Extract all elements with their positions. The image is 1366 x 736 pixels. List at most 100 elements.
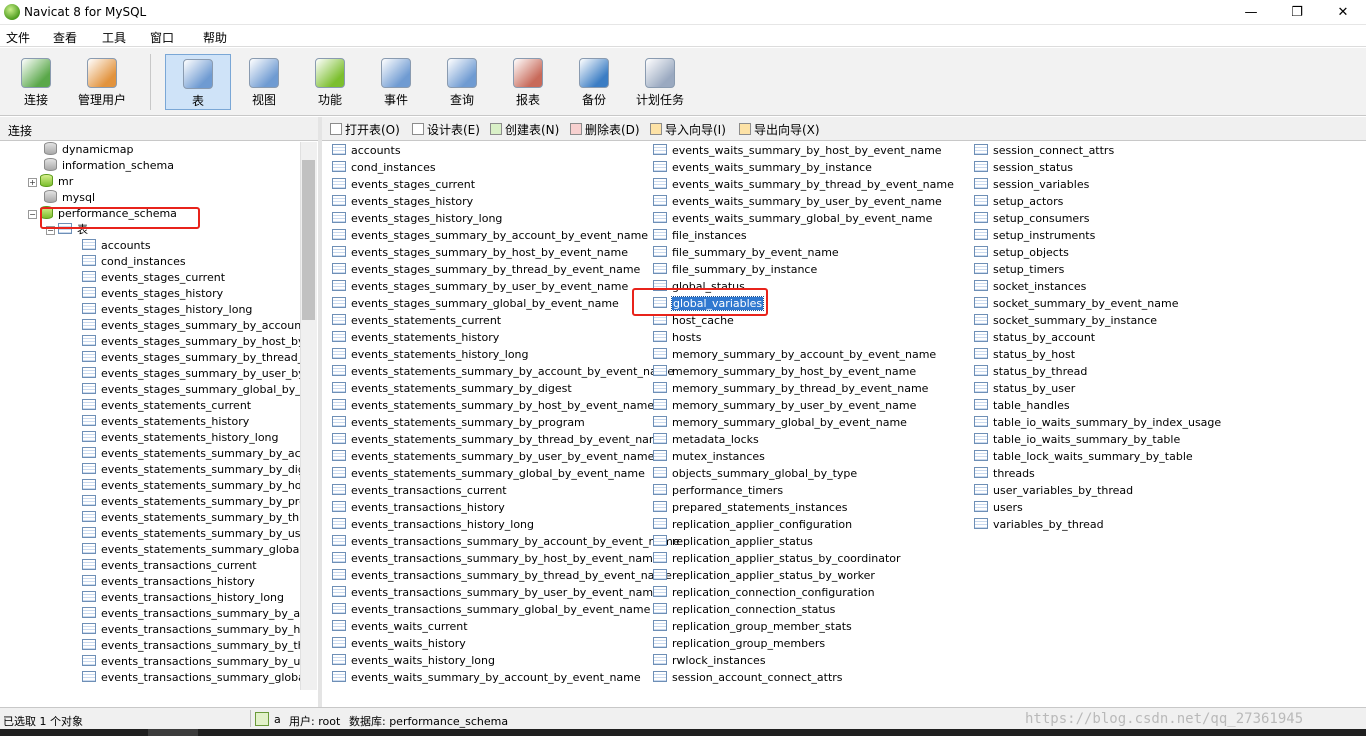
tree-table-item[interactable]: events_statements_summary_by_progra — [82, 494, 300, 510]
table-list-view[interactable]: accounts cond_instances events_stages_curr… — [322, 142, 1366, 706]
tree-table-item[interactable]: events_statements_summary_by_thread — [82, 510, 300, 526]
toolbar-event-button[interactable]: 事件 — [363, 54, 429, 110]
tree-table-item[interactable]: events_stages_summary_by_host_by_ev — [82, 334, 300, 350]
table-item[interactable]: events_stages_summary_by_user_by_event_n… — [327, 278, 680, 295]
table-item[interactable]: events_waits_summary_by_thread_by_event_… — [648, 176, 954, 193]
menu-file[interactable]: 文件 — [6, 29, 30, 46]
tree-table-item[interactable]: events_stages_summary_by_user_by_ev — [82, 366, 300, 382]
table-item[interactable]: events_statements_summary_by_account_by_… — [327, 363, 680, 380]
table-item[interactable]: events_statements_current — [327, 312, 680, 329]
table-item[interactable]: status_by_thread — [969, 363, 1221, 380]
import-wizard-button[interactable]: 导入向导(I) — [650, 121, 726, 138]
tree-table-item[interactable]: events_transactions_summary_by_user_ — [82, 654, 300, 670]
table-item[interactable]: events_waits_summary_global_by_event_nam… — [648, 210, 954, 227]
table-item[interactable]: setup_actors — [969, 193, 1221, 210]
tree-table-item[interactable]: events_transactions_history_long — [82, 590, 284, 606]
table-item[interactable]: events_transactions_current — [327, 482, 680, 499]
toolbar-view-button[interactable]: 视图 — [231, 54, 297, 110]
tree-db-information-schema[interactable]: information_schema — [44, 158, 174, 174]
design-table-button[interactable]: 设计表(E) — [412, 121, 480, 138]
table-item[interactable]: setup_consumers — [969, 210, 1221, 227]
tree-db-dynamicmap[interactable]: dynamicmap — [44, 142, 133, 158]
table-item[interactable]: events_stages_history_long — [327, 210, 680, 227]
table-item[interactable]: table_io_waits_summary_by_table — [969, 431, 1221, 448]
table-item[interactable]: socket_instances — [969, 278, 1221, 295]
tree-table-item[interactable]: cond_instances — [82, 254, 186, 270]
create-table-button[interactable]: 创建表(N) — [490, 121, 559, 138]
tree-table-item[interactable]: events_stages_history_long — [82, 302, 252, 318]
table-item[interactable]: events_stages_history — [327, 193, 680, 210]
table-item[interactable]: mutex_instances — [648, 448, 954, 465]
table-item[interactable]: metadata_locks — [648, 431, 954, 448]
table-item[interactable]: memory_summary_by_host_by_event_name — [648, 363, 954, 380]
tree-table-item[interactable]: events_transactions_summary_by_threa — [82, 638, 300, 654]
table-item[interactable]: setup_objects — [969, 244, 1221, 261]
table-item[interactable]: status_by_user — [969, 380, 1221, 397]
table-item[interactable]: events_waits_summary_by_account_by_event… — [327, 669, 680, 686]
table-item[interactable]: events_waits_history — [327, 635, 680, 652]
tree-table-item[interactable]: events_statements_summary_by_accour — [82, 446, 300, 462]
table-item[interactable]: cond_instances — [327, 159, 680, 176]
table-item[interactable]: memory_summary_by_account_by_event_name — [648, 346, 954, 363]
table-item[interactable]: events_waits_summary_by_user_by_event_na… — [648, 193, 954, 210]
table-item[interactable]: events_stages_summary_global_by_event_na… — [327, 295, 680, 312]
tree-db-mysql[interactable]: mysql — [44, 190, 95, 206]
tree-table-item[interactable]: events_stages_summary_by_account_by — [82, 318, 300, 334]
menu-window[interactable]: 窗口 — [150, 29, 174, 46]
table-item[interactable]: objects_summary_global_by_type — [648, 465, 954, 482]
collapse-icon[interactable]: − — [28, 210, 37, 219]
table-item[interactable]: status_by_host — [969, 346, 1221, 363]
table-item[interactable]: socket_summary_by_event_name — [969, 295, 1221, 312]
table-item[interactable]: replication_applier_configuration — [648, 516, 954, 533]
table-item[interactable]: socket_summary_by_instance — [969, 312, 1221, 329]
table-item[interactable]: events_transactions_history_long — [327, 516, 680, 533]
toolbar-table-button[interactable]: 表 — [165, 54, 231, 110]
table-item[interactable]: events_transactions_summary_by_host_by_e… — [327, 550, 680, 567]
table-item[interactable]: file_summary_by_event_name — [648, 244, 954, 261]
minimize-button[interactable]: — — [1228, 0, 1274, 25]
table-item[interactable]: replication_group_member_stats — [648, 618, 954, 635]
toolbar-query-button[interactable]: 查询 — [429, 54, 495, 110]
open-table-button[interactable]: 打开表(O) — [330, 121, 400, 138]
table-item[interactable]: events_stages_summary_by_thread_by_event… — [327, 261, 680, 278]
table-item[interactable]: memory_summary_global_by_event_name — [648, 414, 954, 431]
table-item[interactable]: performance_timers — [648, 482, 954, 499]
table-item[interactable]: session_connect_attrs — [969, 142, 1221, 159]
table-item[interactable]: rwlock_instances — [648, 652, 954, 669]
table-item[interactable]: user_variables_by_thread — [969, 482, 1221, 499]
table-item[interactable]: replication_applier_status — [648, 533, 954, 550]
table-item[interactable]: events_waits_summary_by_instance — [648, 159, 954, 176]
table-item[interactable]: events_statements_summary_by_program — [327, 414, 680, 431]
table-item[interactable]: table_handles — [969, 397, 1221, 414]
table-item[interactable]: session_account_connect_attrs — [648, 669, 954, 686]
table-item[interactable]: replication_group_members — [648, 635, 954, 652]
table-item[interactable]: replication_connection_configuration — [648, 584, 954, 601]
tree-table-item[interactable]: events_statements_summary_by_digest — [82, 462, 300, 478]
toolbar-manage-users-button[interactable]: 管理用户 — [69, 54, 135, 110]
tree-table-item[interactable]: events_stages_history — [82, 286, 223, 302]
table-item[interactable]: session_variables — [969, 176, 1221, 193]
table-item[interactable]: events_transactions_summary_global_by_ev… — [327, 601, 680, 618]
table-item[interactable]: users — [969, 499, 1221, 516]
table-item[interactable]: session_status — [969, 159, 1221, 176]
table-item[interactable]: file_summary_by_instance — [648, 261, 954, 278]
expand-icon[interactable]: + — [28, 178, 37, 187]
table-item[interactable]: events_statements_summary_global_by_even… — [327, 465, 680, 482]
table-item[interactable]: threads — [969, 465, 1221, 482]
tree-scrollbar-thumb[interactable] — [302, 160, 315, 320]
table-item[interactable]: file_instances — [648, 227, 954, 244]
menu-help[interactable]: 帮助 — [203, 29, 227, 46]
table-item[interactable]: events_statements_summary_by_thread_by_e… — [327, 431, 680, 448]
table-item[interactable]: accounts — [327, 142, 680, 159]
table-item[interactable]: events_statements_summary_by_user_by_eve… — [327, 448, 680, 465]
menu-view[interactable]: 查看 — [53, 29, 77, 46]
table-item[interactable]: events_stages_summary_by_host_by_event_n… — [327, 244, 680, 261]
tree-table-item[interactable]: accounts — [82, 238, 151, 254]
table-item[interactable]: events_statements_history_long — [327, 346, 680, 363]
toolbar-backup-button[interactable]: 备份 — [561, 54, 627, 110]
tree-table-item[interactable]: events_statements_summary_global_by_ — [82, 542, 300, 558]
table-item[interactable]: memory_summary_by_thread_by_event_name — [648, 380, 954, 397]
delete-table-button[interactable]: 删除表(D) — [570, 121, 640, 138]
menu-tools[interactable]: 工具 — [102, 29, 126, 46]
table-item[interactable]: replication_applier_status_by_worker — [648, 567, 954, 584]
